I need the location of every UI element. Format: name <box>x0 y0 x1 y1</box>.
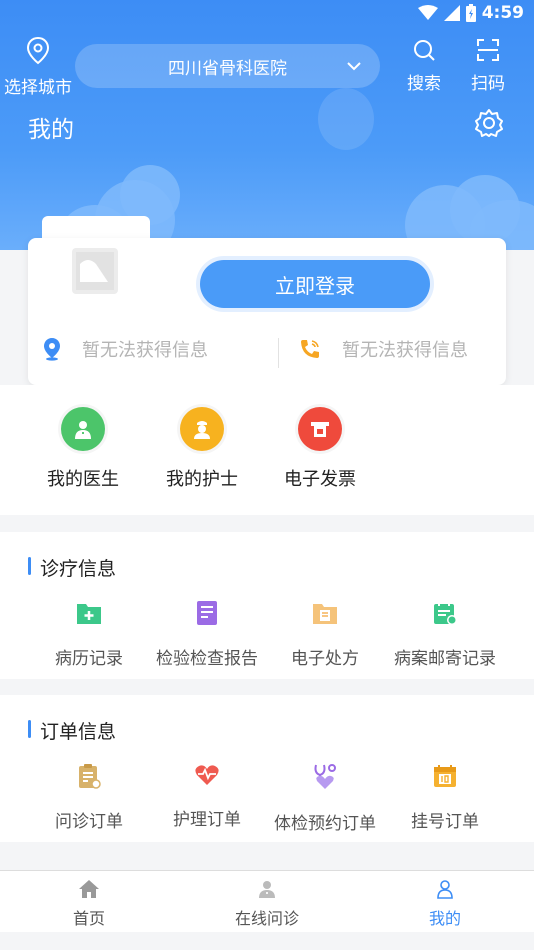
header-banner <box>0 0 534 250</box>
battery-icon <box>465 4 476 22</box>
home-icon <box>79 880 99 898</box>
nav-mine-label: 我的 <box>428 909 461 928</box>
registration-order-button[interactable]: 挂号订单 <box>386 763 504 832</box>
diagnosis-section: 诊疗信息 病历记录 检验检查报告 电子处方 病案邮寄记录 <box>0 532 534 679</box>
diagnosis-title: 诊疗信息 <box>28 554 116 581</box>
divider <box>278 338 279 368</box>
quick-actions: 我的医生 我的护士 电子发票 <box>0 385 534 515</box>
calendar-10-icon <box>434 765 456 787</box>
my-nurse-button[interactable]: 我的护士 <box>147 407 257 491</box>
checkup-order-button[interactable]: 体检预约订单 <box>266 763 384 834</box>
checkup-order-label: 体检预约订单 <box>274 814 376 834</box>
scan-button[interactable]: 扫码 <box>466 38 510 94</box>
wifi-icon <box>417 5 438 20</box>
hospital-select[interactable]: 四川省骨科医院 <box>75 44 380 88</box>
record-mailing-button[interactable]: 病案邮寄记录 <box>386 600 504 669</box>
registration-order-label: 挂号订单 <box>411 812 479 832</box>
doctor-icon <box>61 407 105 451</box>
medical-record-button[interactable]: 病历记录 <box>30 600 148 669</box>
location-icon <box>44 338 60 361</box>
nursing-order-label: 护理订单 <box>173 810 241 830</box>
search-label: 搜索 <box>407 74 441 94</box>
phone-info: 暂无法获得信息 <box>298 336 468 362</box>
nav-home[interactable]: 首页 <box>29 879 149 929</box>
prescription-icon <box>313 604 337 624</box>
location-info: 暂无法获得信息 <box>42 336 208 362</box>
system-nav-bar <box>0 932 534 950</box>
location-pin-icon <box>26 36 50 65</box>
e-invoice-button[interactable]: 电子发票 <box>265 407 375 491</box>
lab-report-label: 检验检查报告 <box>156 649 258 669</box>
my-doctor-button[interactable]: 我的医生 <box>28 407 138 491</box>
invoice-icon <box>298 407 342 451</box>
nav-mine[interactable]: 我的 <box>385 879 505 929</box>
status-bar: 4:59 <box>0 0 534 28</box>
e-invoice-label: 电子发票 <box>284 469 356 490</box>
nav-home-label: 首页 <box>72 909 105 928</box>
nursing-order-button[interactable]: 护理订单 <box>148 763 266 830</box>
hospital-name: 四川省骨科医院 <box>168 58 287 79</box>
signal-icon <box>443 5 460 21</box>
orders-section: 订单信息 问诊订单 护理订单 体检预约订单 挂号订单 <box>0 695 534 842</box>
report-icon <box>197 601 217 625</box>
gear-icon[interactable] <box>474 108 504 138</box>
select-city-label: 选择城市 <box>4 78 72 98</box>
orders-title: 订单信息 <box>28 717 116 744</box>
search-button[interactable]: 搜索 <box>402 38 446 94</box>
status-time: 4:59 <box>481 3 524 23</box>
nav-online-consult[interactable]: 在线问诊 <box>207 879 327 929</box>
my-doctor-label: 我的医生 <box>47 469 119 490</box>
image-placeholder-icon <box>76 252 114 290</box>
nurse-icon <box>180 407 224 451</box>
phone-info-text: 暂无法获得信息 <box>342 340 468 361</box>
calendar-icon <box>434 602 457 625</box>
search-icon <box>414 40 435 61</box>
login-button[interactable]: 立即登录 <box>200 260 430 308</box>
stethoscope-icon <box>314 764 336 789</box>
medical-record-label: 病历记录 <box>55 649 123 669</box>
heart-pulse-icon <box>195 765 219 785</box>
page-title: 我的 <box>28 117 74 143</box>
my-nurse-label: 我的护士 <box>166 469 238 490</box>
chevron-down-icon <box>347 62 361 71</box>
record-mailing-label: 病案邮寄记录 <box>394 649 496 669</box>
doctor-nav-icon <box>259 881 275 898</box>
location-info-text: 暂无法获得信息 <box>82 340 208 361</box>
select-city-button[interactable]: 选择城市 <box>2 36 74 98</box>
nav-online-consult-label: 在线问诊 <box>234 909 299 928</box>
consult-order-button[interactable]: 问诊订单 <box>30 763 148 832</box>
scan-label: 扫码 <box>471 74 505 94</box>
folder-plus-icon <box>77 604 101 624</box>
decor-blob <box>318 88 374 150</box>
scan-icon <box>477 39 499 61</box>
consult-order-label: 问诊订单 <box>55 812 123 832</box>
lab-report-button[interactable]: 检验检查报告 <box>148 600 266 669</box>
e-prescription-button[interactable]: 电子处方 <box>266 600 384 669</box>
bottom-nav: 首页 在线问诊 我的 <box>0 870 534 932</box>
phone-icon <box>301 340 319 358</box>
login-card: 立即登录 暂无法获得信息 暂无法获得信息 <box>28 238 506 385</box>
user-icon <box>437 880 453 899</box>
clipboard-icon <box>79 764 101 789</box>
e-prescription-label: 电子处方 <box>291 649 359 669</box>
avatar[interactable] <box>72 248 118 294</box>
